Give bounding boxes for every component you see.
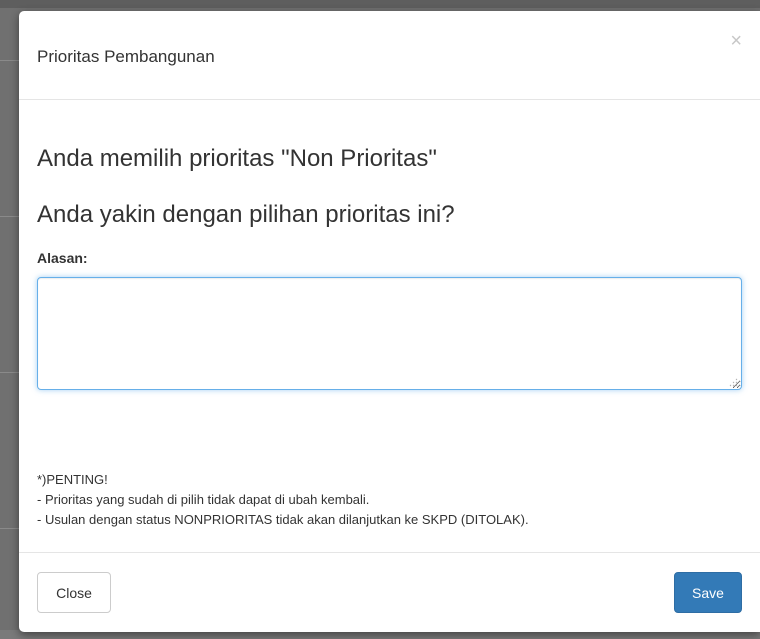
priority-modal: Prioritas Pembangunan × Anda memilih pri…	[19, 11, 760, 632]
notes-heading: *)PENTING!	[37, 472, 108, 487]
reason-label: Alasan:	[37, 250, 88, 266]
backdrop-row-line	[0, 528, 20, 529]
modal-body: Anda memilih prioritas "Non Prioritas" A…	[19, 100, 760, 553]
modal-header: Prioritas Pembangunan ×	[19, 11, 760, 100]
note-item: - Usulan dengan status NONPRIORITAS tida…	[37, 512, 529, 527]
reason-textarea[interactable]	[37, 277, 742, 390]
resize-grip-icon[interactable]	[729, 378, 738, 387]
save-button[interactable]: Save	[674, 572, 742, 613]
backdrop-row-line	[0, 60, 20, 61]
backdrop-row-line	[0, 216, 20, 217]
selected-priority-message: Anda memilih prioritas "Non Prioritas"	[37, 145, 437, 172]
close-button[interactable]: Close	[37, 572, 111, 613]
backdrop-top-bar	[0, 0, 760, 8]
note-item: - Prioritas yang sudah di pilih tidak da…	[37, 492, 370, 507]
confirm-question: Anda yakin dengan pilihan prioritas ini?	[37, 201, 455, 228]
close-icon[interactable]: ×	[730, 31, 742, 51]
important-notes: *)PENTING! - Prioritas yang sudah di pil…	[37, 470, 529, 530]
modal-footer: Close Save	[19, 552, 760, 633]
modal-title: Prioritas Pembangunan	[37, 47, 215, 66]
backdrop-row-line	[0, 372, 20, 373]
